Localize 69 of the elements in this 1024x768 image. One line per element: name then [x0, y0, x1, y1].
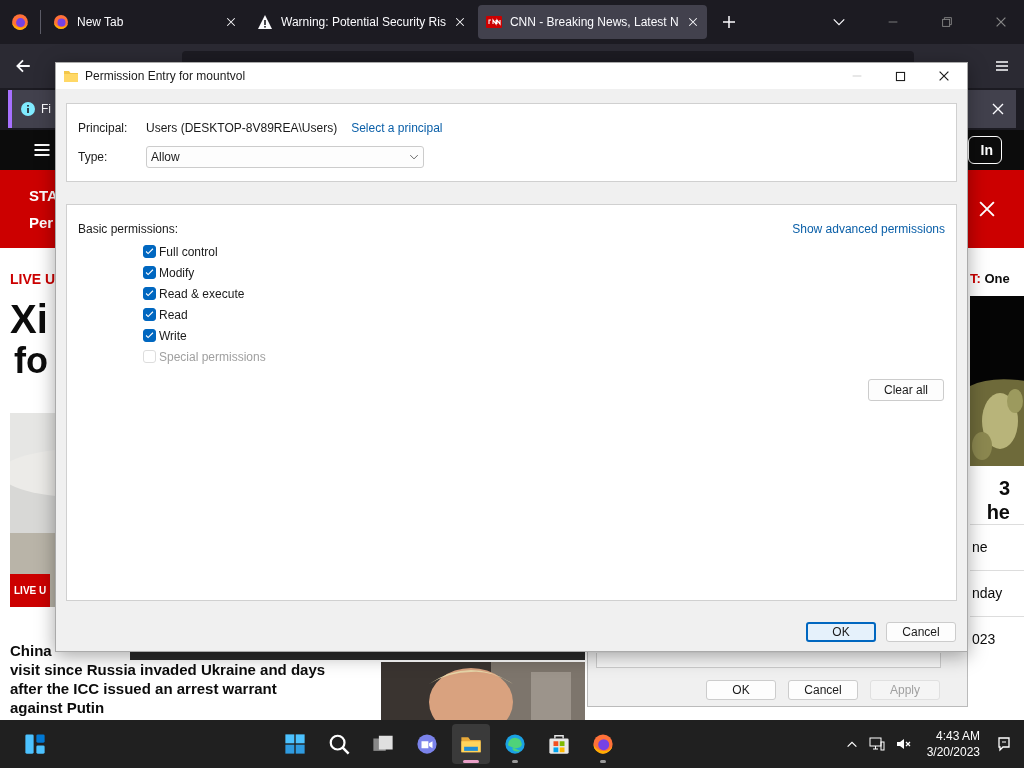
field-label: Principal: [78, 121, 129, 135]
headline-line[interactable]: visit since Russia invaded Ukraine and days [10, 660, 370, 679]
checkbox-label: Special permissions [159, 349, 266, 364]
checkbox[interactable] [143, 287, 156, 300]
widgets-icon [24, 733, 46, 755]
browser-tab[interactable]: CNN - Breaking News, Latest N [477, 5, 707, 39]
chat-icon [416, 733, 439, 755]
field-label: Type: [78, 150, 109, 164]
store-icon [548, 733, 571, 755]
network-icon[interactable] [868, 736, 885, 752]
taskbar-button[interactable] [452, 724, 491, 764]
firefox-icon[interactable] [11, 13, 29, 31]
dialog-button[interactable]: OK [706, 680, 776, 700]
headline-line[interactable]: after the ICC issued an arrest warrant [10, 679, 370, 698]
checkbox-label[interactable]: Full control [159, 244, 218, 259]
close-icon[interactable] [937, 69, 951, 83]
clock-date[interactable]: 3/20/2023 [926, 745, 980, 759]
checkbox-label[interactable]: Modify [159, 265, 195, 280]
close-icon[interactable] [453, 16, 466, 28]
live-label[interactable]: T: One [970, 271, 1024, 286]
warning-icon [257, 14, 273, 30]
principal-value: Users (DESKTOP-8V89REA\Users) [146, 121, 338, 135]
info-icon [20, 101, 36, 117]
menu-icon[interactable] [994, 58, 1010, 74]
notification-icon[interactable] [996, 736, 1012, 752]
clock-time[interactable]: 4:43 AM [936, 729, 980, 743]
dialog-button[interactable]: Cancel [788, 680, 858, 700]
folder-icon [63, 68, 79, 84]
close-icon[interactable] [990, 101, 1006, 117]
banner-text: Per [29, 214, 55, 231]
checkbox-label[interactable]: Read & execute [159, 286, 245, 301]
clear-all-button[interactable]: Clear all [868, 379, 944, 401]
story-link[interactable]: nday [970, 570, 1024, 616]
browser-tab[interactable]: New Tab [45, 5, 245, 39]
news-logo-icon [485, 14, 502, 30]
checkbox-label[interactable]: Write [159, 328, 187, 343]
checkbox[interactable] [143, 308, 156, 321]
browser-icon [504, 733, 527, 755]
search-icon [328, 733, 351, 755]
notification-text: Fi [41, 102, 51, 116]
story-link[interactable]: 023 [970, 616, 1024, 662]
browser-tab[interactable]: Warning: Potential Security Ris [249, 5, 474, 39]
volume-muted-icon[interactable] [894, 736, 911, 752]
dialog-button[interactable]: OK [806, 622, 876, 642]
checkbox[interactable] [143, 245, 156, 258]
window-title: Permission Entry for mountvol [85, 69, 246, 83]
checkbox-label[interactable]: Read [159, 307, 188, 322]
link[interactable]: Show advanced permissions [792, 222, 945, 236]
firefox-icon [592, 733, 615, 755]
maximize-icon[interactable] [894, 69, 907, 83]
headline-line[interactable]: he [970, 500, 1024, 524]
back-icon[interactable] [14, 57, 32, 75]
story-link[interactable]: ne [970, 524, 1024, 570]
dialog-button[interactable]: Cancel [886, 622, 956, 642]
close-icon[interactable] [686, 16, 699, 28]
checkbox[interactable] [143, 329, 156, 342]
checkbox[interactable] [143, 266, 156, 279]
firefox-icon [53, 14, 69, 30]
start-icon [284, 733, 307, 755]
restore-icon[interactable] [940, 15, 954, 29]
chevron-down-icon [409, 152, 419, 162]
headline-line[interactable]: against Putin [10, 698, 370, 717]
type-dropdown[interactable]: Allow [146, 146, 424, 168]
new-tab-icon[interactable] [720, 14, 737, 30]
live-badge: LIVE U [10, 574, 51, 607]
section-label: Basic permissions: [78, 222, 179, 236]
close-icon[interactable] [225, 16, 237, 28]
headline-line[interactable]: 3 [970, 476, 1024, 500]
link[interactable]: Select a principal [351, 121, 443, 135]
